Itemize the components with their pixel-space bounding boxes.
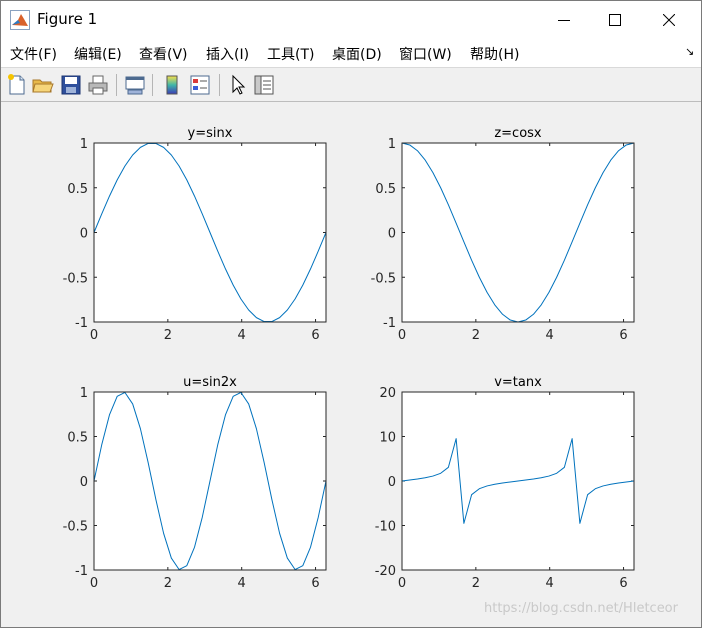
insert-legend-button[interactable]: [188, 73, 212, 97]
y-tick-label: 20: [379, 386, 396, 401]
y-tick-label: 0.5: [375, 182, 396, 197]
close-icon: [663, 14, 675, 26]
y-tick-label: -0.5: [371, 271, 396, 286]
y-tick-label: 0: [388, 475, 396, 490]
y-tick-label: 1: [388, 137, 396, 152]
y-tick-label: 10: [379, 431, 396, 446]
insert-legend-icon: [190, 75, 210, 95]
close-button[interactable]: [646, 1, 692, 39]
y-tick-label: -1: [383, 316, 396, 331]
toolbar-separator: [219, 74, 220, 96]
x-tick-label: 0: [90, 576, 98, 591]
link-plot-icon: [125, 76, 145, 95]
maximize-button[interactable]: [592, 1, 638, 39]
x-tick-label: 0: [398, 328, 406, 343]
new-figure-button[interactable]: [5, 73, 29, 97]
window-title: Figure 1: [37, 10, 98, 28]
open-file-icon: [32, 79, 54, 93]
subplot-4: v=tanx 0 2 4 6 -20 -10 0 10 20: [375, 375, 635, 591]
figure-canvas: y=sinx 0 2 4 6 -1 -0.5 0 0.5 1 z=cosx 0 2 4 6 -1 -0.5 0 0.…: [1, 103, 701, 627]
y-tick-label: 1: [80, 137, 88, 152]
subplot-title: v=tanx: [494, 375, 542, 390]
new-figure-icon: [8, 74, 25, 95]
menu-desktop[interactable]: 桌面(D): [332, 44, 382, 64]
y-tick-label: 0.5: [67, 431, 88, 446]
menu-window[interactable]: 窗口(W): [399, 44, 452, 64]
save-icon: [61, 75, 81, 95]
y-tick-label: -0.5: [63, 520, 88, 535]
menu-help[interactable]: 帮助(H): [470, 44, 519, 64]
x-tick-label: 2: [472, 328, 480, 343]
axes-background: [402, 143, 634, 322]
y-tick-label: -1: [75, 316, 88, 331]
toolbar-separator: [152, 74, 153, 96]
watermark-text: https://blog.csdn.net/Hletceor: [484, 601, 678, 616]
menu-tools[interactable]: 工具(T): [267, 44, 314, 64]
y-tick-label: -0.5: [63, 271, 88, 286]
x-tick-label: 2: [164, 328, 172, 343]
x-tick-label: 2: [164, 576, 172, 591]
link-plot-button[interactable]: [123, 73, 147, 97]
subplot-title: z=cosx: [494, 126, 542, 141]
toolbar: [1, 67, 701, 102]
open-file-button[interactable]: [31, 73, 55, 97]
insert-colorbar-button[interactable]: [160, 73, 184, 97]
subplot-title: y=sinx: [188, 126, 233, 141]
print-button[interactable]: [86, 73, 110, 97]
dock-arrow-icon[interactable]: ↘: [685, 45, 694, 58]
matlab-logo-icon: [10, 10, 30, 30]
figure-window: Figure 1 文件(F) 编辑(E) 查看(V) 插入(I) 工具(T) 桌…: [0, 0, 702, 628]
menu-view[interactable]: 查看(V): [139, 44, 188, 64]
y-tick-label: 1: [80, 386, 88, 401]
minimize-icon: [558, 20, 570, 21]
x-tick-label: 4: [238, 328, 246, 343]
edit-plot-icon: [232, 74, 246, 95]
y-tick-label: 0: [80, 475, 88, 490]
insert-colorbar-icon: [166, 75, 178, 95]
x-tick-label: 6: [311, 328, 319, 343]
maximize-icon: [609, 14, 621, 26]
menu-file[interactable]: 文件(F): [10, 44, 57, 64]
toolbar-separator: [116, 74, 117, 96]
y-tick-label: 0: [80, 227, 88, 242]
subplot-title: u=sin2x: [183, 375, 237, 390]
property-editor-icon: [254, 75, 274, 95]
x-tick-label: 0: [398, 576, 406, 591]
subplot-grid: y=sinx 0 2 4 6 -1 -0.5 0 0.5 1 z=cosx 0 2 4 6 -1 -0.5 0 0.…: [63, 126, 635, 591]
x-tick-label: 4: [546, 576, 554, 591]
y-tick-label: -20: [375, 564, 396, 579]
menu-bar: 文件(F) 编辑(E) 查看(V) 插入(I) 工具(T) 桌面(D) 窗口(W…: [1, 39, 701, 67]
x-tick-label: 6: [311, 576, 319, 591]
x-tick-label: 0: [90, 328, 98, 343]
menu-insert[interactable]: 插入(I): [206, 44, 249, 64]
y-tick-label: -1: [75, 564, 88, 579]
y-tick-label: -10: [375, 520, 396, 535]
minimize-button[interactable]: [541, 1, 587, 39]
y-tick-label: 0: [388, 227, 396, 242]
property-editor-button[interactable]: [252, 73, 276, 97]
subplot-1: y=sinx 0 2 4 6 -1 -0.5 0 0.5 1: [63, 126, 327, 343]
subplot-3: u=sin2x 0 2 4 6 -1 -0.5 0 0.5 1: [63, 375, 327, 591]
x-tick-label: 6: [619, 328, 627, 343]
print-icon: [88, 75, 108, 95]
x-tick-label: 4: [546, 328, 554, 343]
x-tick-label: 2: [472, 576, 480, 591]
x-tick-label: 6: [619, 576, 627, 591]
title-bar[interactable]: Figure 1: [1, 1, 701, 39]
subplot-2: z=cosx 0 2 4 6 -1 -0.5 0 0.5 1: [371, 126, 635, 343]
save-button[interactable]: [59, 73, 83, 97]
y-tick-label: 0.5: [67, 182, 88, 197]
edit-plot-button[interactable]: [226, 73, 250, 97]
x-tick-label: 4: [238, 576, 246, 591]
menu-edit[interactable]: 编辑(E): [74, 44, 122, 64]
